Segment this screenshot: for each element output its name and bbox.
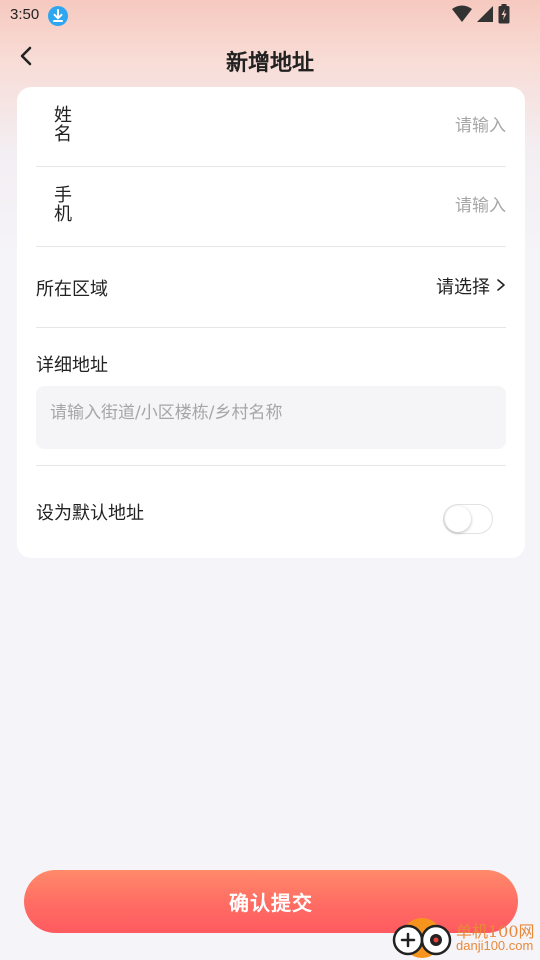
detail-address-label: 详细地址 [36,355,108,376]
download-icon [48,6,68,26]
watermark: 单机100网 danji100.com [390,914,540,960]
default-address-toggle[interactable] [443,504,493,534]
phone-row: 手 机 [36,167,506,247]
region-select-text: 请选择 [436,277,490,298]
page-title: 新增地址 [225,51,314,76]
detail-address-row: 详细地址 [36,328,506,466]
watermark-logo [390,916,454,960]
status-bar: 3:50 [0,0,540,32]
name-input[interactable] [306,113,506,139]
name-row: 姓 名 [36,87,506,167]
detail-address-input[interactable] [36,386,506,449]
region-select-button[interactable]: 请选择 [436,273,506,299]
battery-icon [498,4,510,28]
signal-icon [476,5,494,27]
name-label: 姓 名 [54,105,72,145]
status-icons [452,4,510,28]
default-address-row: 设为默认地址 [36,466,506,558]
wifi-icon [452,5,472,27]
region-label: 所在区域 [36,279,108,300]
default-address-label: 设为默认地址 [36,503,144,524]
watermark-url: danji100.com [456,938,534,953]
status-time: 3:50 [10,6,40,23]
toggle-knob [445,506,471,532]
phone-label: 手 机 [54,185,72,225]
chevron-right-icon [496,276,506,297]
phone-input[interactable] [306,193,506,219]
region-row[interactable]: 所在区域 请选择 [36,247,506,328]
address-form-card: 姓 名 手 机 所在区域 请选择 详细地址 设为默认地址 [17,87,525,558]
